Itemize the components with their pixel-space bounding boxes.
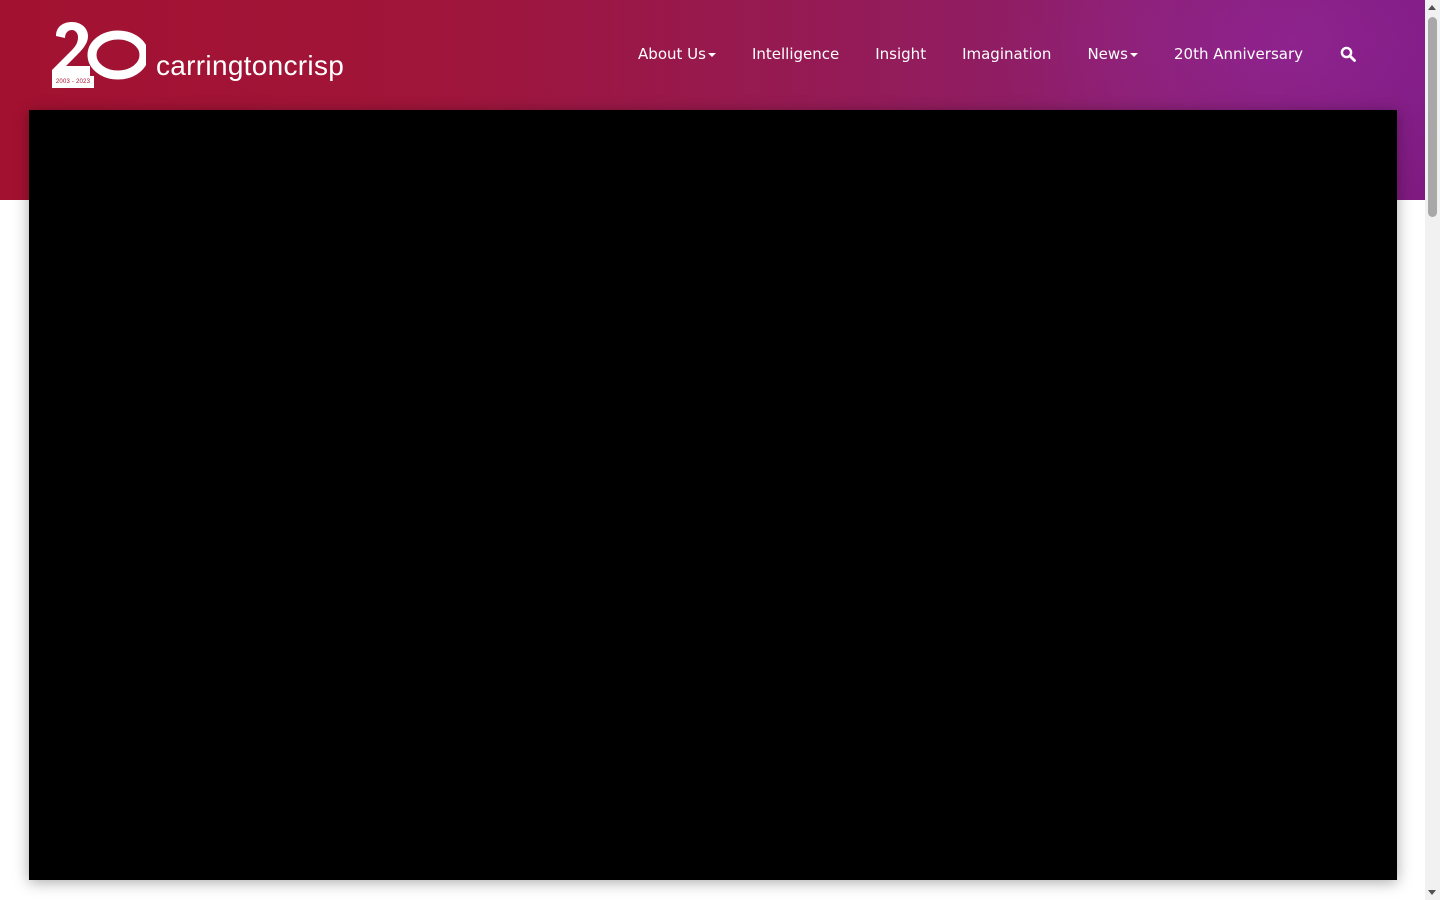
- brand-logo-link[interactable]: 2003 - 2023 carringtoncrisp: [50, 22, 344, 88]
- nav-item-label: 20th Anniversary: [1173, 45, 1303, 63]
- search-button[interactable]: [1339, 42, 1357, 66]
- caret-down-icon: [1129, 52, 1138, 57]
- nav-item-20th-anniversary[interactable]: 20th Anniversary: [1174, 42, 1303, 66]
- nav-item-imagination[interactable]: Imagination: [962, 42, 1051, 66]
- nav-item-news[interactable]: News: [1087, 42, 1138, 66]
- scroll-up-arrow-icon[interactable]: [1428, 5, 1436, 10]
- page: 2003 - 2023 carringtoncrisp About Us Int…: [0, 0, 1440, 900]
- caret-down-icon: [707, 52, 716, 57]
- nav-item-about-us[interactable]: About Us: [638, 42, 716, 66]
- site-header: 2003 - 2023 carringtoncrisp About Us Int…: [0, 0, 1425, 110]
- main-navigation: About Us Intelligence Insight Imaginatio…: [602, 42, 1357, 66]
- anniversary-logo-icon: 2003 - 2023: [50, 22, 146, 88]
- hero-video-player[interactable]: [29, 110, 1397, 880]
- nav-item-label: Imagination: [962, 45, 1052, 63]
- scroll-down-arrow-icon[interactable]: [1428, 890, 1436, 895]
- page-scrollbar[interactable]: [1425, 0, 1440, 900]
- nav-item-insight[interactable]: Insight: [875, 42, 926, 66]
- brand-name: carringtoncrisp: [156, 50, 345, 81]
- scrollbar-thumb[interactable]: [1428, 17, 1437, 217]
- nav-item-label: About Us: [638, 45, 706, 63]
- nav-item-label: Intelligence: [751, 45, 840, 63]
- search-icon: [1340, 46, 1356, 62]
- logo-years-label: 2003 - 2023: [52, 76, 94, 88]
- nav-item-intelligence[interactable]: Intelligence: [752, 42, 839, 66]
- nav-item-label: Insight: [875, 45, 927, 63]
- nav-item-label: News: [1087, 45, 1128, 63]
